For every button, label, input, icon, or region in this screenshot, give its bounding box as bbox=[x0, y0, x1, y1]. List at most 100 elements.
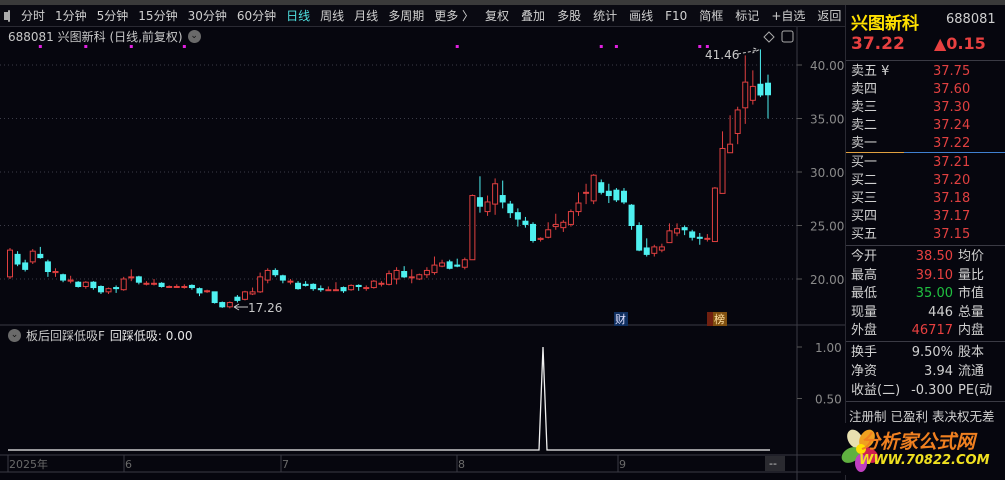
toolbar-button[interactable]: 画线 bbox=[623, 7, 659, 24]
period-tab[interactable]: 60分钟 bbox=[232, 7, 281, 24]
candle-body bbox=[287, 280, 294, 283]
period-tab[interactable]: 15分钟 bbox=[133, 7, 182, 24]
period-tab[interactable]: 多周期 bbox=[383, 7, 429, 24]
candle-body bbox=[530, 223, 537, 241]
candle-body bbox=[279, 275, 286, 281]
row-value: 46717 bbox=[911, 323, 953, 338]
candle-body bbox=[507, 203, 514, 214]
candle-body bbox=[340, 287, 347, 292]
time-axis-button-label: -- bbox=[769, 457, 777, 470]
row-price: 37.20 bbox=[933, 173, 971, 188]
candle-body bbox=[704, 237, 711, 240]
row-right-label: 内盘 bbox=[958, 323, 985, 338]
candle-body bbox=[120, 278, 127, 291]
period-tab[interactable]: 30分钟 bbox=[183, 7, 232, 24]
period-tab[interactable]: 5分钟 bbox=[92, 7, 134, 24]
stat-row: 最高 39.10 量比 bbox=[851, 267, 1001, 284]
row-value: 35.00 bbox=[915, 286, 953, 301]
candle-body bbox=[765, 82, 771, 96]
finance-row: 收益(二) -0.300 PE(动 bbox=[851, 382, 1001, 399]
logo-title: 分析家公式网 bbox=[861, 431, 976, 453]
period-tab[interactable]: 更多 〉 bbox=[429, 7, 479, 24]
candle-body bbox=[492, 183, 499, 205]
toolbar-button[interactable]: 统计 bbox=[587, 7, 623, 24]
candle-body bbox=[476, 197, 483, 207]
signal-marker bbox=[129, 45, 133, 48]
toolbar-button[interactable]: 简框 bbox=[693, 7, 729, 24]
candle-body bbox=[348, 284, 355, 291]
stat-row: 今开 38.50 均价 bbox=[851, 248, 1001, 265]
row-label: 买三 bbox=[851, 191, 878, 206]
candle-body bbox=[727, 143, 734, 154]
candle-body bbox=[666, 230, 673, 244]
price-change: ▲0.15 bbox=[934, 34, 986, 53]
row-right-label: 流通 bbox=[958, 364, 985, 379]
toolbar-button[interactable]: 复权 bbox=[479, 7, 515, 24]
candle-body bbox=[249, 291, 256, 295]
badge-long-bg bbox=[707, 312, 713, 326]
period-tab[interactable]: 月线 bbox=[349, 7, 383, 24]
row-label: 外盘 bbox=[851, 323, 878, 338]
row-value: 9.50% bbox=[911, 345, 953, 360]
candle-body bbox=[166, 285, 173, 288]
candle-body bbox=[484, 201, 491, 213]
row-price: 37.22 bbox=[933, 136, 971, 151]
y-axis-label: 40.00 bbox=[810, 59, 844, 73]
candle-body bbox=[310, 283, 317, 290]
diamond-icon bbox=[763, 31, 775, 43]
candle-body bbox=[711, 187, 718, 243]
candle-body bbox=[401, 271, 408, 278]
candle-body bbox=[757, 83, 764, 96]
indicator-y-label: 1.00 bbox=[815, 341, 842, 355]
ask-row: 卖二 37.24 bbox=[851, 117, 1001, 134]
signal-marker bbox=[698, 45, 702, 48]
candle-body bbox=[461, 259, 468, 268]
time-axis-label: 6 bbox=[125, 458, 132, 471]
low-price-label: 17.26 bbox=[248, 301, 282, 315]
candle-body bbox=[90, 281, 97, 289]
period-tab[interactable]: 分时 bbox=[16, 7, 50, 24]
candle-body bbox=[7, 249, 13, 278]
candle-body bbox=[423, 269, 430, 276]
indicator-value: 回踩低吸: 0.00 bbox=[109, 329, 193, 343]
candle-body bbox=[674, 228, 681, 234]
row-right-label: 均价 bbox=[958, 249, 985, 264]
toolbar-button[interactable]: 返回 bbox=[811, 7, 847, 24]
time-axis-label: 9 bbox=[619, 458, 626, 471]
kline-chart[interactable]: 40.00 35.00 30.00 25.00 20.00 41.46 17.26 财 榜 1.0… bbox=[0, 27, 845, 480]
row-right-label: 总量 bbox=[958, 304, 985, 320]
row-right-label: 量比 bbox=[958, 267, 985, 283]
indicator-title: 板后回踩低吸F bbox=[26, 329, 105, 343]
candle-body bbox=[355, 284, 362, 287]
period-tab[interactable]: 日线 bbox=[281, 7, 315, 24]
candle-body bbox=[37, 253, 44, 259]
toolbar-button[interactable]: 叠加 bbox=[515, 7, 551, 24]
candle-body bbox=[583, 191, 590, 194]
candle-body bbox=[196, 288, 203, 294]
row-label: 卖四 bbox=[851, 82, 878, 97]
period-tab[interactable]: 周线 bbox=[315, 7, 349, 24]
candle-body bbox=[378, 282, 385, 285]
toolbar-button[interactable]: F10 bbox=[659, 9, 693, 23]
candle-body bbox=[52, 271, 59, 274]
stock-name: 兴图新科 bbox=[851, 14, 919, 34]
candle-body bbox=[44, 261, 51, 273]
candle-body bbox=[742, 81, 749, 109]
quote-panel: 兴图新科 688081 37.22 ▲0.15 卖五 ¥ 37.75 卖四 37.60… bbox=[841, 5, 1005, 480]
toolbar-button[interactable]: 多股 bbox=[551, 7, 587, 24]
stat-row: 外盘 46717 内盘 bbox=[851, 322, 1001, 339]
chevron-down-icon[interactable]: ⌄ bbox=[8, 329, 21, 342]
candle-body bbox=[75, 281, 82, 287]
panel-toggle-icon[interactable] bbox=[4, 9, 10, 22]
toolbar-button[interactable]: +自选 bbox=[765, 7, 811, 24]
panel-toggle-icon bbox=[781, 30, 794, 43]
row-label: 最低 bbox=[851, 286, 878, 301]
candle-body bbox=[370, 280, 377, 289]
row-label: 买二 bbox=[851, 173, 878, 188]
row-price: 37.15 bbox=[933, 227, 971, 242]
candle-body bbox=[97, 285, 104, 293]
toolbar-button[interactable]: 标记 bbox=[729, 7, 765, 24]
candle-body bbox=[14, 253, 21, 265]
candle-body bbox=[749, 85, 756, 101]
period-tab[interactable]: 1分钟 bbox=[50, 7, 92, 24]
